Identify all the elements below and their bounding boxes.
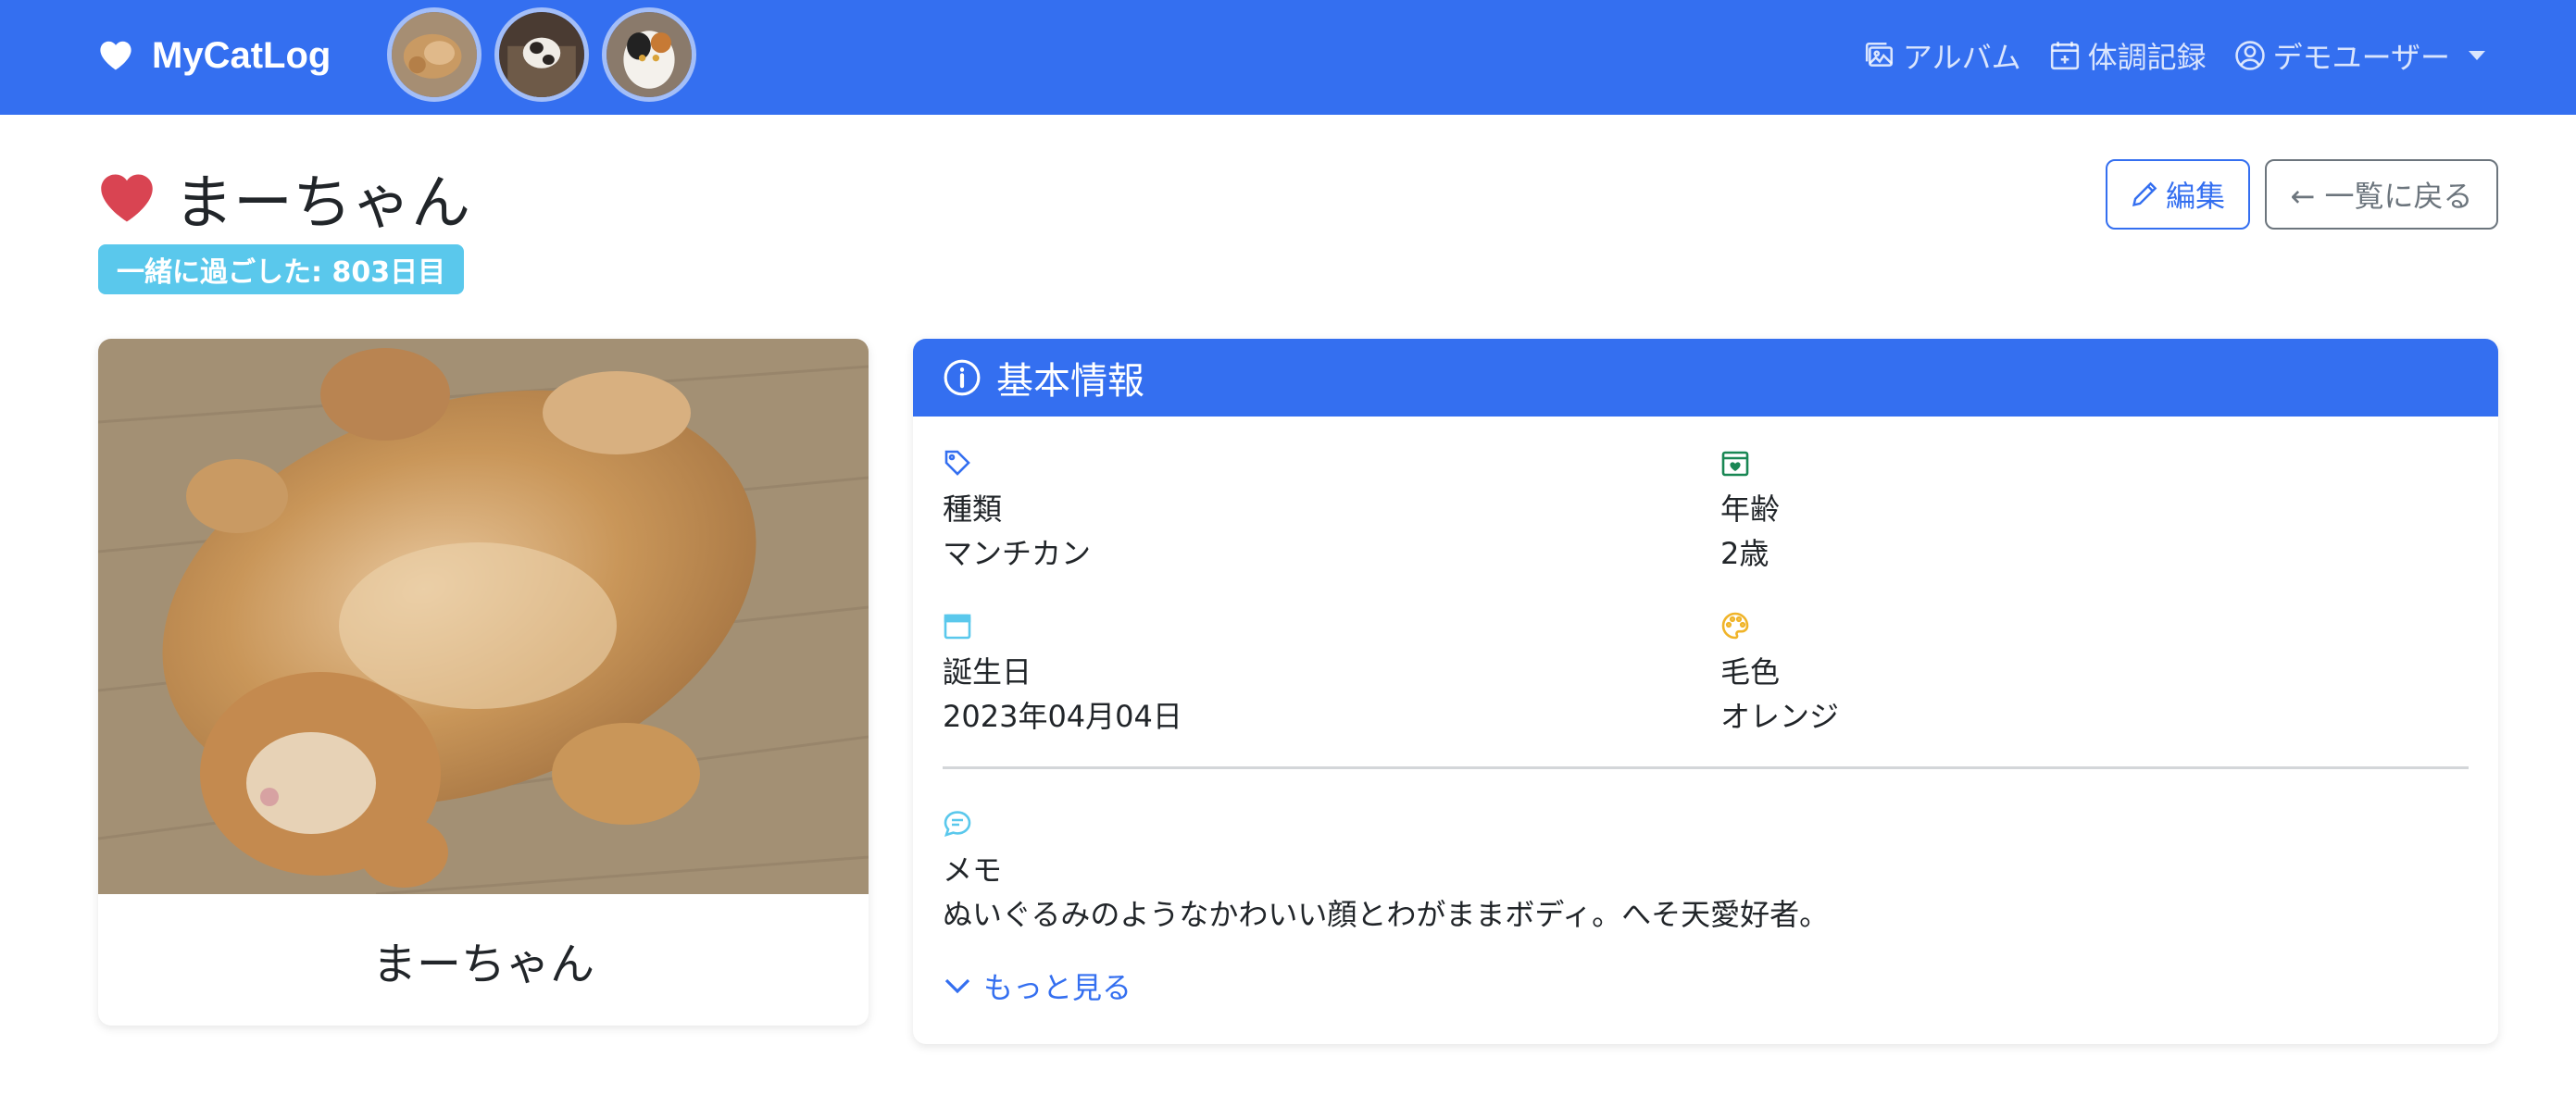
cat-photo-2: [499, 12, 584, 97]
back-to-list-button[interactable]: ← 一覧に戻る: [2265, 159, 2498, 230]
calendar-icon: [944, 614, 971, 640]
basic-info-title: 基本情報: [996, 360, 1144, 403]
fur-color-value: オレンジ: [1720, 699, 1840, 734]
breed-label: 種類: [943, 491, 1003, 527]
days-together-badge: 一緒に過ごした: 803日目: [98, 244, 465, 294]
show-more-label: もっと見る: [983, 970, 1132, 1005]
nav-album-link[interactable]: アルバム: [1864, 34, 2021, 77]
pencil-icon: [2132, 181, 2157, 207]
chevron-down-icon: [2469, 51, 2485, 60]
user-menu-toggle[interactable]: デモユーザー: [2234, 34, 2485, 77]
age-field: 年齢 2歳: [1720, 448, 1780, 576]
nav-links: アルバム 体調記録 デモユーザー: [1864, 28, 2485, 83]
fur-color-field: 毛色 オレンジ: [1720, 611, 1839, 739]
memo-field: メモ ぬいぐるみのようなかわいい顔とわがままボディ。へそ天愛好者。: [943, 809, 1829, 937]
nav-health-label: 体調記録: [2087, 40, 2207, 75]
age-label: 年齢: [1720, 491, 1781, 527]
nav-album-label: アルバム: [1902, 40, 2021, 75]
cat-thumbnail-2[interactable]: [494, 7, 589, 102]
fur-color-label: 毛色: [1720, 654, 1781, 690]
birthday-field: 誕生日 2023年04月04日: [943, 611, 1182, 739]
brand-name: MyCatLog: [152, 34, 331, 76]
heart-icon: [100, 41, 131, 70]
images-icon: [1865, 42, 1893, 67]
cat-photo-3: [606, 12, 692, 97]
brand-link[interactable]: MyCatLog: [96, 28, 331, 83]
breed-value: マンチカン: [943, 536, 1092, 571]
cat-photo-1: [392, 12, 477, 97]
photo-card: まーちゃん: [98, 339, 869, 1026]
divider: [943, 766, 2469, 769]
calendar-heart-icon: [1721, 451, 1749, 477]
info-circle-icon: [944, 359, 981, 396]
photo-caption: まーちゃん: [371, 939, 594, 990]
user-name: デモユーザー: [2272, 40, 2450, 75]
edit-label: 編集: [2165, 179, 2225, 214]
birthday-value: 2023年04月04日: [943, 699, 1182, 734]
cat-thumbnail-1[interactable]: [387, 7, 481, 102]
page-header: まーちゃん: [96, 155, 470, 241]
memo-label: メモ: [943, 852, 1003, 888]
page-title: まーちゃん: [174, 169, 470, 238]
calendar-plus-icon: [2050, 42, 2079, 70]
age-value: 2歳: [1720, 536, 1769, 571]
chevron-down-icon: [944, 978, 970, 994]
heart-icon: [101, 174, 153, 222]
person-circle-icon: [2234, 41, 2265, 70]
chat-text-icon: [944, 811, 971, 838]
palette-icon: [1721, 612, 1749, 640]
show-more-link[interactable]: もっと見る: [943, 964, 1132, 1007]
cat-thumbnail-3[interactable]: [602, 7, 696, 102]
memo-value: ぬいぐるみのようなかわいい顔とわがままボディ。へそ天愛好者。: [943, 897, 1830, 932]
basic-info-header: 基本情報: [913, 339, 2498, 417]
edit-button[interactable]: 編集: [2106, 159, 2250, 230]
breed-field: 種類 マンチカン: [943, 448, 1091, 576]
tag-icon: [944, 450, 970, 476]
basic-info-card: 基本情報 種類 マンチカン 年齢 2歳 誕生日 2023年04月04日 毛色 オ…: [913, 339, 2498, 1044]
birthday-label: 誕生日: [943, 654, 1032, 690]
cat-photo: [98, 339, 869, 894]
navbar: MyCatLog アルバム 体調記録 デモユーザー: [0, 0, 2576, 115]
cat-switcher: [387, 7, 696, 102]
nav-health-link[interactable]: 体調記録: [2049, 34, 2207, 77]
